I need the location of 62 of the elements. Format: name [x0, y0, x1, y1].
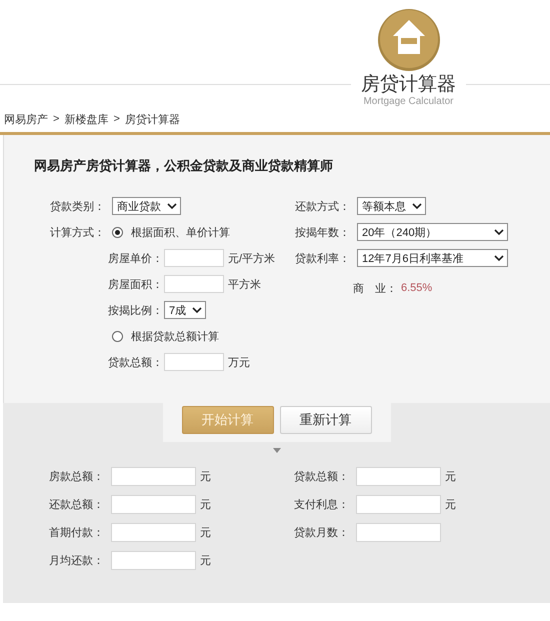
unit-label: 元	[200, 554, 211, 568]
input-field[interactable]	[111, 522, 196, 542]
caret-icon	[494, 228, 504, 236]
field-label: 按揭年数：	[295, 226, 351, 240]
dropdown[interactable]: 商业贷款	[112, 197, 181, 215]
caret-icon	[192, 306, 202, 314]
panel-heading: 网易房产房贷计算器，公积金贷款及商业贷款精算师	[34, 157, 334, 175]
breadcrumb-link[interactable]: 新楼盘库	[64, 112, 108, 126]
radio-button[interactable]	[112, 330, 123, 342]
input-field[interactable]	[356, 522, 441, 542]
field-label: 房屋单价：	[108, 252, 160, 266]
caret-icon	[494, 254, 504, 262]
breadcrumb-separator: >	[53, 113, 60, 125]
page-title: 房贷计算器	[360, 73, 457, 96]
rate-value: 6.55%	[401, 282, 432, 294]
field-label: 月均还款：	[49, 554, 105, 568]
unit-label: 元	[200, 470, 211, 484]
unit-label: 元	[200, 526, 211, 540]
field-label: 贷款月数：	[294, 526, 350, 540]
field-label: 支付利息：	[294, 498, 350, 512]
field-label: 首期付款：	[49, 526, 105, 540]
unit-label: 平方米	[228, 278, 261, 292]
breadcrumb-separator: >	[113, 113, 120, 125]
input-field[interactable]	[356, 466, 441, 486]
radio-label: 根据面积、单价计算	[131, 226, 230, 240]
rate-label: 商 业：	[353, 282, 397, 296]
radio-button[interactable]	[112, 226, 123, 238]
house-logo-icon	[376, 8, 440, 72]
breadcrumb-link[interactable]: 网易房产	[4, 112, 48, 126]
breadcrumb-link[interactable]: 房贷计算器	[124, 112, 180, 126]
field-label: 房屋面积：	[108, 278, 160, 292]
input-field[interactable]	[164, 353, 224, 371]
dropdown[interactable]: 12年7月6日利率基准	[357, 249, 508, 267]
field-label: 贷款总额：	[294, 470, 350, 484]
page-subtitle: Mortgage Calculator	[363, 96, 454, 108]
input-field[interactable]	[111, 550, 196, 570]
field-label: 计算方式：	[50, 226, 106, 240]
input-field[interactable]	[111, 466, 196, 486]
input-field[interactable]	[164, 249, 224, 267]
reset-button[interactable]: 重新计算	[280, 406, 372, 434]
field-label: 房款总额：	[49, 470, 105, 484]
field-label: 贷款总额：	[108, 356, 160, 370]
down-triangle-icon	[272, 448, 280, 453]
input-field[interactable]	[111, 494, 196, 514]
dropdown[interactable]: 7成	[164, 301, 206, 319]
field-label: 还款方式：	[295, 200, 351, 214]
input-field[interactable]	[356, 494, 441, 514]
unit-label: 元	[445, 498, 456, 512]
dropdown[interactable]: 20年（240期）	[357, 223, 508, 241]
unit-label: 元	[445, 470, 456, 484]
field-label: 按揭比例：	[108, 304, 160, 318]
field-label: 贷款类别：	[50, 200, 106, 214]
field-label: 还款总额：	[49, 498, 105, 512]
field-label: 贷款利率：	[295, 252, 351, 266]
unit-label: 万元	[228, 356, 250, 370]
input-field[interactable]	[164, 275, 224, 293]
unit-label: 元	[200, 498, 211, 512]
caret-icon	[167, 202, 177, 210]
dropdown[interactable]: 等额本息	[357, 197, 426, 215]
radio-label: 根据贷款总额计算	[131, 330, 219, 344]
caret-icon	[412, 202, 422, 210]
unit-label: 元/平方米	[228, 252, 276, 266]
